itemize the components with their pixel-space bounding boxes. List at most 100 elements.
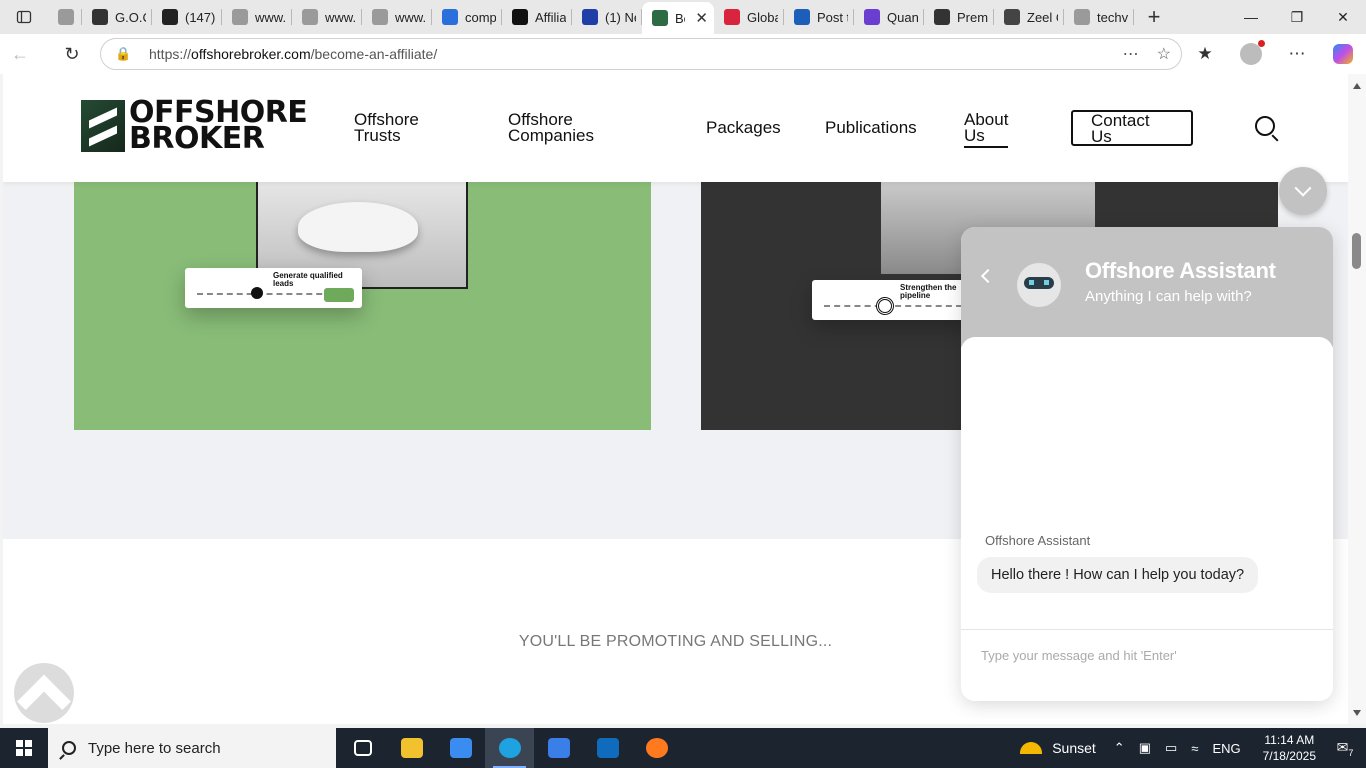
browser-tab[interactable]: (1) Nev	[572, 0, 642, 34]
chevron-up-icon[interactable]: ⌃	[1114, 740, 1125, 756]
copilot-icon[interactable]	[1320, 34, 1366, 74]
browser-tab[interactable]: G.O.C	[82, 0, 152, 34]
nav-packages[interactable]: Packages	[706, 119, 781, 136]
system-tray: Sunset ⌃ ▣ ▭ ≈ ENG 11:14 AM 7/18/2025 ✉7	[1020, 728, 1366, 768]
site-logo[interactable]: OFFSHORE BROKER	[81, 98, 308, 154]
close-tab-icon[interactable]: ✕	[695, 9, 708, 27]
tab-favicon-icon	[864, 9, 880, 25]
browser-tab-strip: G.O.C (147) P www.b www.a www.b compl Affiliat…	[0, 0, 1366, 34]
outlook-icon[interactable]	[583, 728, 632, 768]
scroll-thumb[interactable]	[1352, 233, 1361, 269]
chat-widget: Offshore Assistant Anything I can help w…	[961, 227, 1333, 701]
start-button[interactable]	[0, 728, 48, 768]
tab-title: techve	[1097, 9, 1128, 25]
browser-tab[interactable]: (147) P	[152, 0, 222, 34]
notifications-icon[interactable]: ✉7	[1330, 739, 1360, 758]
tab-favicon-icon	[302, 9, 318, 25]
store-icon[interactable]	[534, 728, 583, 768]
wifi-icon[interactable]: ≈	[1191, 741, 1198, 756]
window-controls: — ❐ ✕	[1228, 0, 1366, 34]
contact-us-button[interactable]: Contact Us	[1071, 110, 1193, 146]
file-explorer-icon[interactable]	[387, 728, 436, 768]
tab-favicon-icon	[512, 9, 528, 25]
browser-tab[interactable]	[48, 0, 82, 34]
firefox-icon[interactable]	[632, 728, 681, 768]
site-header: OFFSHORE BROKER Offshore Trusts Offshore C…	[3, 74, 1348, 182]
chat-collapse-button[interactable]	[1279, 167, 1327, 215]
tab-title: www.a	[325, 9, 356, 25]
nav-about-us[interactable]: About Us	[964, 111, 1009, 148]
new-tab-button[interactable]: +	[1134, 0, 1174, 34]
message-author: Offshore Assistant	[985, 533, 1091, 548]
favorite-star-icon[interactable]: ☆	[1157, 44, 1171, 64]
tab-favicon-icon	[92, 9, 108, 25]
lock-icon[interactable]: 🔒	[115, 46, 135, 62]
copilot-icon[interactable]	[436, 728, 485, 768]
nav-offshore-companies[interactable]: Offshore Companies	[508, 111, 594, 144]
minimize-icon[interactable]: —	[1228, 0, 1274, 34]
tab-favicon-icon	[232, 9, 248, 25]
language-indicator[interactable]: ENG	[1212, 741, 1240, 756]
browser-tab[interactable]: techve	[1064, 0, 1134, 34]
reader-mode-icon[interactable]: ⋯	[1123, 44, 1139, 64]
browser-tab[interactable]: Be ✕	[642, 2, 714, 34]
nav-publications[interactable]: Publications	[825, 119, 917, 136]
close-window-icon[interactable]: ✕	[1320, 0, 1366, 34]
tab-title: G.O.C	[115, 9, 146, 25]
tab-title: Post th	[817, 9, 848, 25]
tab-favicon-icon	[442, 9, 458, 25]
back-icon[interactable]: ←	[0, 34, 40, 74]
target-icon	[876, 297, 894, 315]
tab-title: compl	[465, 9, 496, 25]
bot-avatar	[1017, 263, 1061, 307]
logo-mark-icon	[81, 100, 125, 152]
chevron-left-icon[interactable]	[980, 268, 996, 284]
scroll-up-icon[interactable]	[1353, 83, 1361, 89]
search-icon	[62, 741, 76, 755]
tab-title: Affiliat	[535, 9, 566, 25]
browser-tab[interactable]: Quant	[854, 0, 924, 34]
search-icon[interactable]	[1255, 116, 1275, 136]
page-viewport: OFFSHORE BROKER Offshore Trusts Offshore C…	[3, 74, 1348, 724]
taskbar-search[interactable]: Type here to search	[48, 728, 336, 768]
favorites-icon[interactable]: ★	[1182, 34, 1228, 74]
edge-icon[interactable]	[485, 728, 534, 768]
browser-toolbar: ← ↻ 🔒 https://offshorebroker.com/become-…	[0, 34, 1366, 74]
browser-tab[interactable]: Post th	[784, 0, 854, 34]
tab-title: Premi	[957, 9, 988, 25]
browser-tab[interactable]: compl	[432, 0, 502, 34]
nav-offshore-trusts[interactable]: Offshore Trusts	[354, 111, 419, 144]
browser-tab[interactable]: www.a	[292, 0, 362, 34]
meet-icon[interactable]: ▣	[1139, 740, 1151, 756]
tab-favicon-icon	[58, 9, 74, 25]
chat-subtitle: Anything I can help with?	[1085, 288, 1252, 305]
restore-icon[interactable]: ❐	[1274, 0, 1320, 34]
chat-input[interactable]: Type your message and hit 'Enter'	[961, 629, 1333, 701]
chat-header: Offshore Assistant Anything I can help w…	[961, 227, 1333, 347]
weather-widget[interactable]: Sunset	[1020, 740, 1096, 756]
browser-tab[interactable]: Global	[714, 0, 784, 34]
browser-tab[interactable]: Premi	[924, 0, 994, 34]
tab-favicon-icon	[372, 9, 388, 25]
tab-actions-icon[interactable]	[0, 0, 48, 34]
tab-favicon-icon	[1074, 9, 1090, 25]
browser-tab[interactable]: www.b	[362, 0, 432, 34]
battery-icon[interactable]: ▭	[1165, 740, 1177, 756]
scroll-to-top-button[interactable]	[14, 663, 74, 723]
more-options-icon[interactable]: ⋯	[1274, 34, 1320, 74]
scroll-down-icon[interactable]	[1353, 710, 1361, 716]
url-text: https://offshorebroker.com/become-an-aff…	[149, 46, 438, 62]
windows-taskbar: Type here to search Sunset ⌃ ▣ ▭ ≈ ENG 1…	[0, 728, 1366, 768]
address-bar[interactable]: 🔒 https://offshorebroker.com/become-an-a…	[100, 38, 1182, 70]
tab-favicon-icon	[652, 10, 668, 26]
clock[interactable]: 11:14 AM 7/18/2025	[1263, 732, 1316, 764]
page-scrollbar[interactable]	[1348, 74, 1366, 724]
browser-tab[interactable]: Affiliat	[502, 0, 572, 34]
tab-favicon-icon	[582, 9, 598, 25]
refresh-icon[interactable]: ↻	[52, 34, 92, 74]
chip-generate-leads: Generate qualified leads	[185, 268, 362, 308]
profile-avatar[interactable]	[1228, 34, 1274, 74]
task-view-icon[interactable]	[338, 728, 387, 768]
browser-tab[interactable]: Zeel Q	[994, 0, 1064, 34]
browser-tab[interactable]: www.b	[222, 0, 292, 34]
